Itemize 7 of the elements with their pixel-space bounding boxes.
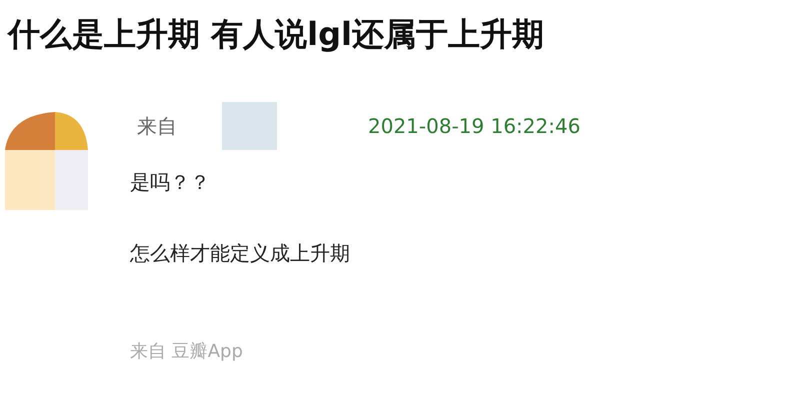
post-timestamp: 2021-08-19 16:22:46 <box>368 113 580 140</box>
blurred-username <box>222 102 277 150</box>
post-text: 是吗？？ <box>130 169 210 196</box>
from-label: 来自 <box>137 113 177 140</box>
page-title: 什么是上升期 有人说lgl还属于上升期 <box>8 14 544 55</box>
post-text: 怎么样才能定义成上升期 <box>130 240 350 267</box>
post-source: 来自 豆瓣App <box>130 340 243 364</box>
